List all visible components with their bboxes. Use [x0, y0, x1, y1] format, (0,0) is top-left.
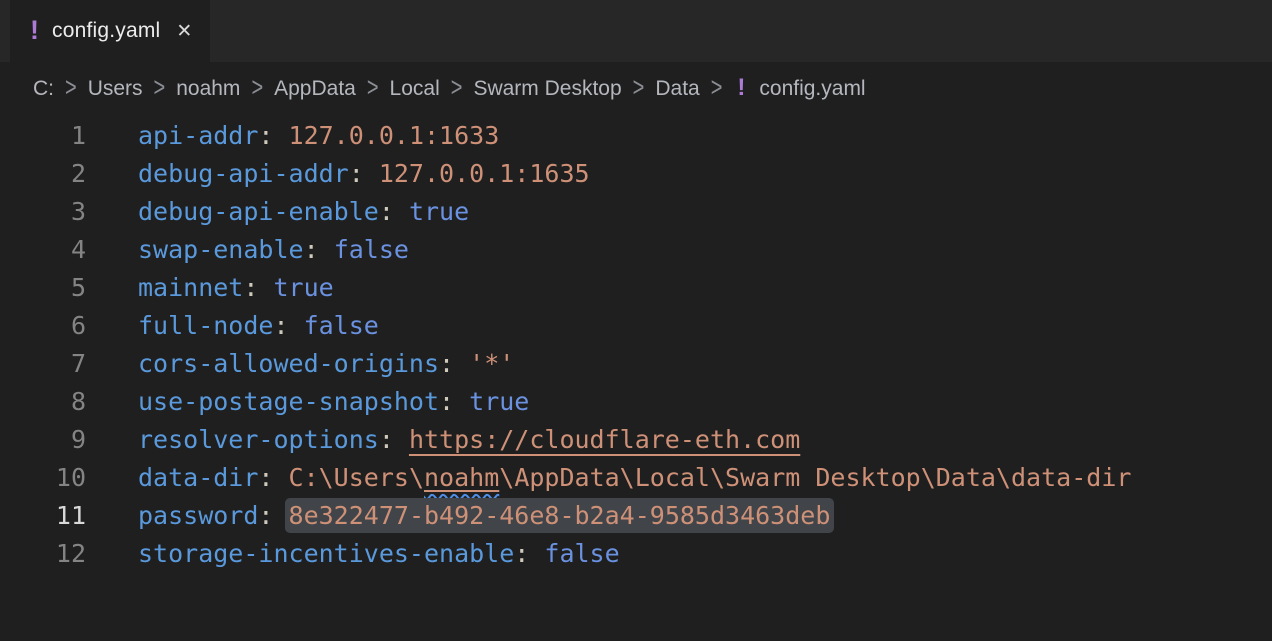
code-line-7: 7 cors-allowed-origins: '*' [0, 344, 1272, 382]
line-number: 10 [0, 463, 86, 492]
spellcheck-squiggle-username: noahm [424, 463, 499, 492]
yaml-value: false [334, 235, 409, 264]
line-number: 3 [0, 197, 86, 226]
yaml-key: storage-incentives-enable [138, 539, 514, 568]
breadcrumb-drive[interactable]: C: [33, 77, 54, 101]
code-text[interactable]: use-postage-snapshot: true [138, 387, 529, 416]
code-text[interactable]: debug-api-addr: 127.0.0.1:1635 [138, 159, 590, 188]
yaml-key: mainnet [138, 273, 243, 302]
yaml-value: false [304, 311, 379, 340]
chevron-right-icon: > [367, 73, 379, 104]
yaml-value: '*' [469, 349, 514, 378]
code-text[interactable]: full-node: false [138, 311, 379, 340]
yaml-key: debug-api-enable [138, 197, 379, 226]
yaml-value: false [544, 539, 619, 568]
line-number: 9 [0, 425, 86, 454]
line-number: 12 [0, 539, 86, 568]
code-text[interactable]: mainnet: true [138, 273, 334, 302]
chevron-right-icon: > [251, 73, 263, 104]
code-line-2: 2 debug-api-addr: 127.0.0.1:1635 [0, 154, 1272, 192]
code-line-6: 6 full-node: false [0, 306, 1272, 344]
line-number: 6 [0, 311, 86, 340]
chevron-right-icon: > [65, 73, 77, 104]
breadcrumb: C: > Users > noahm > AppData > Local > S… [0, 62, 1272, 115]
yaml-key: debug-api-addr [138, 159, 349, 188]
breadcrumb-swarm-desktop[interactable]: Swarm Desktop [473, 77, 621, 101]
yaml-key: full-node [138, 311, 273, 340]
code-editor[interactable]: 1 api-addr: 127.0.0.1:1633 2 debug-api-a… [0, 115, 1272, 572]
code-line-5: 5 mainnet: true [0, 268, 1272, 306]
breadcrumb-noahm[interactable]: noahm [176, 77, 240, 101]
chevron-right-icon: > [633, 73, 645, 104]
tab-bar: ! config.yaml ✕ [0, 0, 1272, 62]
yaml-value: 127.0.0.1:1635 [379, 159, 590, 188]
tab-bar-empty-space [210, 0, 1272, 62]
yaml-value: 127.0.0.1:1633 [289, 121, 500, 150]
line-number: 8 [0, 387, 86, 416]
breadcrumb-data[interactable]: Data [655, 77, 699, 101]
code-text[interactable]: password: 8e322477-b492-46e8-b2a4-9585d3… [138, 501, 830, 530]
yaml-key: cors-allowed-origins [138, 349, 439, 378]
line-number: 7 [0, 349, 86, 378]
line-number: 5 [0, 273, 86, 302]
yaml-key: resolver-options [138, 425, 379, 454]
password-value-highlighted: 8e322477-b492-46e8-b2a4-9585d3463deb [285, 498, 835, 533]
tab-config-yaml[interactable]: ! config.yaml ✕ [10, 0, 210, 62]
code-text[interactable]: data-dir: C:\Users\noahm\AppData\Local\S… [138, 463, 1131, 492]
line-number: 2 [0, 159, 86, 188]
line-number-active: 11 [0, 501, 86, 530]
close-icon[interactable]: ✕ [176, 22, 192, 41]
breadcrumb-file[interactable]: config.yaml [759, 77, 865, 101]
code-line-8: 8 use-postage-snapshot: true [0, 382, 1272, 420]
chevron-right-icon: > [154, 73, 166, 104]
code-line-10: 10 data-dir: C:\Users\noahm\AppData\Loca… [0, 458, 1272, 496]
code-text[interactable]: api-addr: 127.0.0.1:1633 [138, 121, 499, 150]
code-text[interactable]: cors-allowed-origins: '*' [138, 349, 514, 378]
yaml-key: password [138, 501, 258, 530]
yaml-file-icon: ! [737, 74, 745, 102]
yaml-key: api-addr [138, 121, 258, 150]
code-text[interactable]: swap-enable: false [138, 235, 409, 264]
breadcrumb-local[interactable]: Local [390, 77, 440, 101]
resolver-url-link[interactable]: https://cloudflare-eth.com [409, 425, 800, 454]
yaml-key: data-dir [138, 463, 258, 492]
breadcrumb-appdata[interactable]: AppData [274, 77, 356, 101]
code-line-3: 3 debug-api-enable: true [0, 192, 1272, 230]
yaml-value: true [273, 273, 333, 302]
breadcrumb-users[interactable]: Users [88, 77, 143, 101]
yaml-key: swap-enable [138, 235, 304, 264]
line-number: 4 [0, 235, 86, 264]
chevron-right-icon: > [711, 73, 723, 104]
code-text[interactable]: debug-api-enable: true [138, 197, 469, 226]
chevron-right-icon: > [451, 73, 463, 104]
yaml-value: C:\Users\ [289, 463, 424, 492]
line-number: 1 [0, 121, 86, 150]
code-line-12: 12 storage-incentives-enable: false [0, 534, 1272, 572]
code-line-9: 9 resolver-options: https://cloudflare-e… [0, 420, 1272, 458]
code-text[interactable]: resolver-options: https://cloudflare-eth… [138, 425, 800, 454]
code-text[interactable]: storage-incentives-enable: false [138, 539, 620, 568]
code-line-1: 1 api-addr: 127.0.0.1:1633 [0, 116, 1272, 154]
code-line-4: 4 swap-enable: false [0, 230, 1272, 268]
yaml-value: \AppData\Local\Swarm Desktop\Data\data-d… [499, 463, 1131, 492]
yaml-file-icon: ! [30, 17, 39, 44]
code-line-11: 11 password: 8e322477-b492-46e8-b2a4-958… [0, 496, 1272, 534]
yaml-value: true [409, 197, 469, 226]
yaml-key: use-postage-snapshot [138, 387, 439, 416]
tab-title: config.yaml [52, 19, 160, 43]
yaml-value: true [469, 387, 529, 416]
